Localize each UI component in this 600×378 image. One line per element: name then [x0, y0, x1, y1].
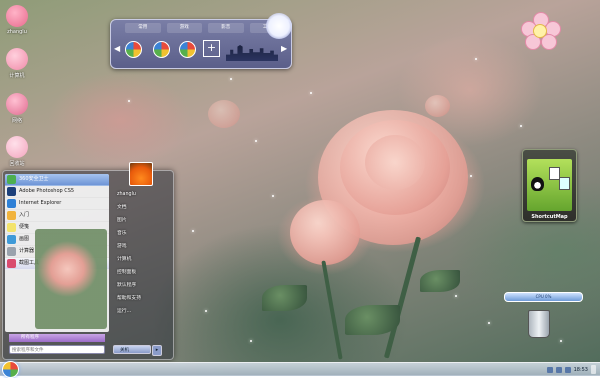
desktop-icon-recycle-bin[interactable]: 回收站 [0, 136, 34, 167]
shortcut-gadget[interactable]: ShortcutMap [522, 149, 577, 222]
start-right-item[interactable]: zhanglu [113, 188, 171, 201]
start-right-item[interactable]: 游戏 [113, 240, 171, 253]
skin-tab[interactable]: 游戏 [166, 23, 202, 33]
program-item[interactable]: 360安全卫士 [5, 174, 109, 186]
gadget-screen [527, 159, 572, 211]
rose-thumbnail [35, 229, 107, 329]
chevron-left-icon[interactable]: ◀ [114, 44, 120, 53]
recycle-bin-gadget-icon[interactable] [528, 310, 550, 338]
recycle-bin-icon [6, 136, 28, 158]
skin-tab-bar: 常用 游戏 影音 工作 [125, 23, 285, 33]
desktop-icon-label: 网络 [11, 118, 22, 124]
document-icon[interactable] [559, 177, 570, 190]
network-icon [6, 93, 28, 115]
start-right-item[interactable]: 计算机 [113, 253, 171, 266]
system-tray: 18:53 [546, 365, 596, 374]
chevron-right-icon[interactable]: ▸ [152, 345, 162, 356]
program-icon [7, 247, 16, 256]
volume-tray-icon[interactable] [564, 366, 571, 373]
start-right-item[interactable]: 图片 [113, 214, 171, 227]
tray-arrow-icon[interactable] [546, 366, 553, 373]
program-icon [7, 223, 16, 232]
program-list: 360安全卫士 Adobe Photoshop CS5 Internet Exp… [5, 174, 109, 332]
start-button[interactable] [2, 361, 19, 378]
program-icon [7, 211, 16, 220]
flower-widget[interactable] [521, 12, 561, 50]
moon-orb-icon [266, 13, 292, 39]
program-item[interactable]: 入门 [5, 210, 109, 222]
penguin-icon[interactable] [531, 177, 544, 191]
desktop-icon-computer[interactable]: 计算机 [0, 48, 34, 79]
skin-ball-icon[interactable] [179, 41, 196, 58]
desktop-icon-user[interactable]: zhanglu [0, 5, 34, 35]
add-skin-button[interactable]: + [203, 40, 220, 57]
desktop-icon-label: 计算机 [9, 73, 25, 79]
user-folder-icon [6, 5, 28, 27]
program-icon [7, 235, 16, 244]
skin-tab[interactable]: 常用 [125, 23, 161, 33]
start-right-item[interactable]: 帮助和支持 [113, 292, 171, 305]
chevron-right-icon[interactable]: ▶ [281, 44, 287, 53]
computer-icon [6, 48, 28, 70]
start-right-item[interactable]: 控制面板 [113, 266, 171, 279]
clock[interactable]: 18:53 [574, 367, 588, 373]
network-tray-icon[interactable] [555, 366, 562, 373]
avatar[interactable] [129, 162, 153, 186]
skin-ball-icon[interactable] [153, 41, 170, 58]
gadget-label: ShortcutMap [531, 214, 568, 220]
program-item[interactable]: Adobe Photoshop CS5 [5, 186, 109, 198]
program-icon [7, 199, 16, 208]
program-icon [7, 187, 16, 196]
start-right-item[interactable]: 音乐 [113, 227, 171, 240]
program-icon [7, 175, 16, 184]
skin-ball-icon[interactable] [125, 41, 142, 58]
start-right-item[interactable]: 默认程序 [113, 279, 171, 292]
desktop-icon-network[interactable]: 网络 [0, 93, 34, 124]
skin-launcher-panel: 常用 游戏 影音 工作 ◀ + ▶ [110, 19, 292, 69]
show-desktop-button[interactable] [591, 365, 596, 374]
desktop-icon-label: 回收站 [9, 161, 25, 167]
all-programs-button[interactable]: 所有程序 [9, 334, 105, 342]
start-right-item[interactable]: 文档 [113, 201, 171, 214]
city-skyline-icon [226, 45, 278, 61]
skin-tab[interactable]: 影音 [208, 23, 244, 33]
start-menu-right-pane: zhanglu 文档 图片 音乐 游戏 计算机 控制面板 默认程序 帮助和支持 … [113, 162, 171, 342]
search-input[interactable]: 搜索程序和文件 [9, 345, 105, 354]
taskbar: 18:53 [0, 361, 600, 378]
start-right-item[interactable]: 运行... [113, 305, 171, 318]
program-item[interactable]: Internet Explorer [5, 198, 109, 210]
start-menu: 360安全卫士 Adobe Photoshop CS5 Internet Exp… [2, 162, 174, 360]
program-icon [7, 259, 16, 268]
cpu-meter-gadget[interactable]: CPU 0% [504, 292, 583, 302]
shutdown-button[interactable]: 关机 [113, 345, 151, 354]
desktop-icon-label: zhanglu [7, 29, 27, 35]
